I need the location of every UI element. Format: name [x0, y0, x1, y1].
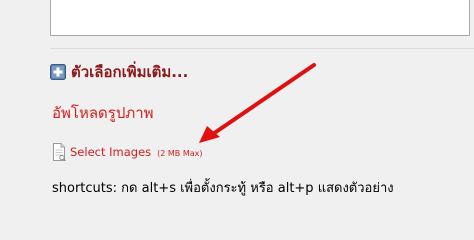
select-images-label: Select Images — [70, 145, 152, 159]
upload-images-link[interactable]: อัพโหลดรูปภาพ — [52, 101, 154, 125]
max-size-note: (2 MB Max) — [157, 148, 203, 158]
message-textarea[interactable] — [50, 0, 470, 36]
more-options-label: ตัวเลือกเพิ่มเติม... — [71, 63, 189, 81]
more-options-toggle[interactable]: ตัวเลือกเพิ่มเติม... — [50, 62, 188, 82]
plus-square-icon — [50, 64, 66, 80]
file-icon — [53, 143, 66, 161]
select-images-button[interactable]: Select Images (2 MB Max) — [51, 143, 203, 161]
shortcuts-hint: shortcuts: กด alt+s เพื่อตั้งกระทู้ หรือ… — [52, 181, 394, 196]
section-divider — [50, 48, 474, 49]
